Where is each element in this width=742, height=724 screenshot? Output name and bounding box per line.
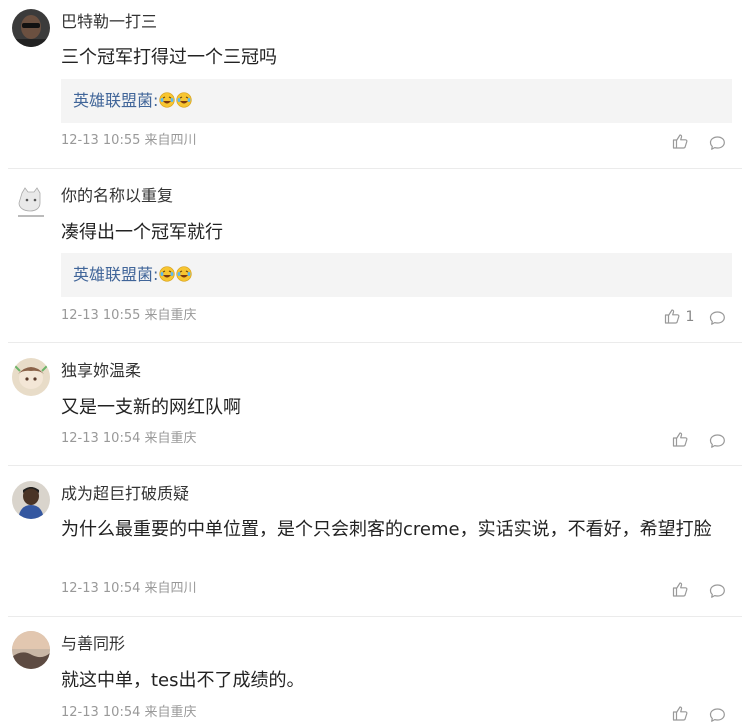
comment-meta: 12-13 10:55 来自重庆: [61, 307, 197, 325]
reply-button[interactable]: [709, 133, 726, 152]
like-button[interactable]: [672, 133, 689, 151]
comment-date: 12-13 10:54: [61, 431, 141, 446]
comment-text: 就这中单，tes出不了成绩的。: [61, 670, 305, 691]
like-button[interactable]: [672, 705, 689, 723]
reply-username[interactable]: 英雄联盟菌:: [73, 265, 158, 284]
comment-location: 来自重庆: [144, 431, 197, 446]
comment-meta: 12-13 10:54 来自重庆: [61, 704, 197, 722]
reply-button[interactable]: [709, 705, 726, 724]
avatar[interactable]: [12, 481, 50, 519]
thumbs-up-icon: [672, 432, 688, 447]
like-button[interactable]: [672, 581, 689, 599]
thumbs-up-icon: [672, 706, 688, 721]
comment-meta: 12-13 10:55 来自四川: [61, 132, 197, 150]
comment-location: 来自重庆: [144, 308, 197, 323]
reply-button[interactable]: [709, 581, 726, 600]
reply-button[interactable]: [709, 431, 726, 450]
reply-preview[interactable]: 英雄联盟菌:: [61, 79, 732, 123]
speech-bubble-icon: [709, 708, 725, 722]
comment-date: 12-13 10:54: [61, 705, 141, 720]
thumbs-up-icon: [672, 582, 688, 597]
comment-username[interactable]: 独享妳温柔: [61, 360, 141, 382]
avatar[interactable]: [12, 183, 50, 221]
reply-button[interactable]: [709, 308, 726, 327]
thumbs-up-icon: [664, 309, 680, 324]
comment-item: 你的名称以重复 凑得出一个冠军就行 英雄联盟菌: 12-13 10:55 来自重…: [0, 169, 742, 342]
speech-bubble-icon: [709, 136, 725, 150]
comment-username[interactable]: 与善同形: [61, 633, 125, 655]
comment-text: 又是一支新的网红队啊: [61, 397, 241, 418]
laughing-tears-emoji: [159, 266, 176, 288]
speech-bubble-icon: [709, 584, 725, 598]
speech-bubble-icon: [709, 311, 725, 325]
comment-date: 12-13 10:54: [61, 581, 141, 596]
like-button[interactable]: [672, 431, 689, 449]
comment-location: 来自重庆: [144, 705, 197, 720]
comment-date: 12-13 10:55: [61, 133, 141, 148]
comment-item: 巴特勒一打三 三个冠军打得过一个三冠吗 英雄联盟菌: 12-13 10:55 来…: [0, 0, 742, 168]
comment-date: 12-13 10:55: [61, 308, 141, 323]
avatar[interactable]: [12, 358, 50, 396]
laughing-tears-emoji: [176, 266, 193, 288]
thumbs-up-icon: [672, 134, 688, 149]
avatar[interactable]: [12, 631, 50, 669]
comment-meta: 12-13 10:54 来自四川: [61, 580, 197, 598]
avatar[interactable]: [12, 9, 50, 47]
comment-item: 成为超巨打破质疑 为什么最重要的中单位置，是个只会刺客的creme，实话实说，不…: [0, 466, 742, 616]
comment-text: 凑得出一个冠军就行: [61, 222, 223, 243]
comment-username[interactable]: 巴特勒一打三: [61, 11, 157, 33]
like-button[interactable]: 1: [664, 308, 694, 326]
comment-item: 与善同形 就这中单，tes出不了成绩的。 12-13 10:54 来自重庆: [0, 617, 742, 722]
comment-meta: 12-13 10:54 来自重庆: [61, 430, 197, 448]
comment-text: 为什么最重要的中单位置，是个只会刺客的creme，实话实说，不看好，希望打脸: [61, 519, 712, 540]
comment-location: 来自四川: [144, 133, 197, 148]
reply-username[interactable]: 英雄联盟菌:: [73, 91, 158, 110]
like-count: 1: [685, 309, 695, 325]
laughing-tears-emoji: [159, 92, 176, 114]
laughing-tears-emoji: [176, 92, 193, 114]
comment-item: 独享妳温柔 又是一支新的网红队啊 12-13 10:54 来自重庆: [0, 343, 742, 465]
comment-location: 来自四川: [144, 581, 197, 596]
speech-bubble-icon: [709, 434, 725, 448]
comment-text: 三个冠军打得过一个三冠吗: [61, 47, 277, 68]
reply-preview[interactable]: 英雄联盟菌:: [61, 253, 732, 297]
comment-username[interactable]: 成为超巨打破质疑: [61, 483, 189, 505]
comment-username[interactable]: 你的名称以重复: [61, 185, 173, 207]
